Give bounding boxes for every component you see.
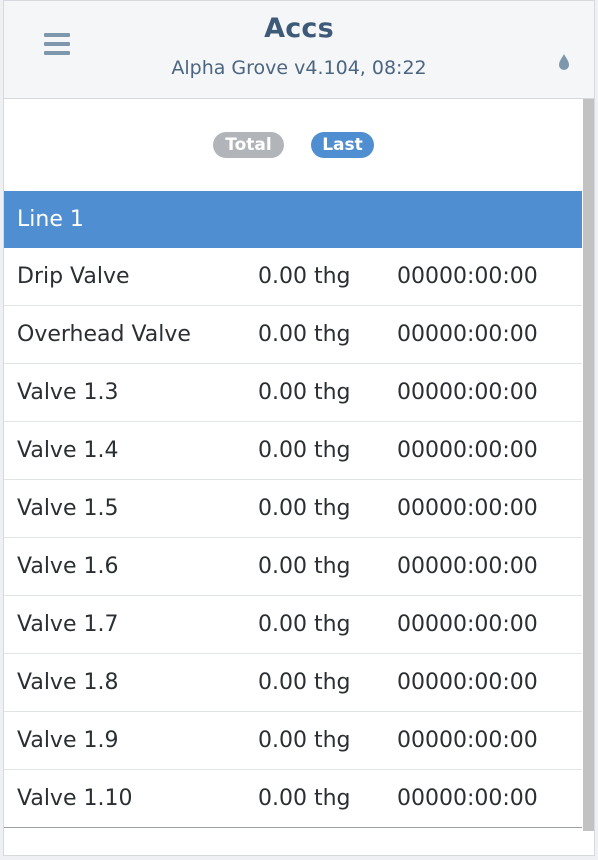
- valve-amount: 0.00 thg: [258, 670, 351, 695]
- valve-name: Overhead Valve: [17, 322, 191, 347]
- valve-time: 00000:00:00: [397, 554, 538, 579]
- valve-amount: 0.00 thg: [258, 728, 351, 753]
- accounts-content: Total Last Line 1 Drip Valve 0.00 thg 00…: [4, 99, 582, 831]
- valve-name: Valve 1.6: [17, 554, 119, 579]
- total-toggle-button[interactable]: Total: [213, 132, 284, 158]
- valve-amount: 0.00 thg: [258, 438, 351, 463]
- vertical-scrollbar[interactable]: [583, 99, 594, 831]
- list-item[interactable]: Valve 1.4 0.00 thg 00000:00:00: [4, 422, 582, 480]
- list-item[interactable]: Valve 1.3 0.00 thg 00000:00:00: [4, 364, 582, 422]
- valve-name: Valve 1.4: [17, 438, 119, 463]
- list-item[interactable]: Overhead Valve 0.00 thg 00000:00:00: [4, 306, 582, 364]
- list-item[interactable]: Drip Valve 0.00 thg 00000:00:00: [4, 248, 582, 306]
- valve-name: Valve 1.7: [17, 612, 119, 637]
- valve-amount: 0.00 thg: [258, 322, 351, 347]
- valve-amount: 0.00 thg: [258, 496, 351, 521]
- valve-time: 00000:00:00: [397, 380, 538, 405]
- valve-name: Valve 1.9: [17, 728, 119, 753]
- valve-time: 00000:00:00: [397, 612, 538, 637]
- valve-amount: 0.00 thg: [258, 380, 351, 405]
- valve-time: 00000:00:00: [397, 322, 538, 347]
- list-item[interactable]: Valve 1.5 0.00 thg 00000:00:00: [4, 480, 582, 538]
- page-title: Accs: [264, 13, 334, 44]
- list-item[interactable]: Valve 1.10 0.00 thg 00000:00:00: [4, 770, 582, 828]
- valve-name: Valve 1.10: [17, 786, 133, 811]
- list-item[interactable]: Valve 1.9 0.00 thg 00000:00:00: [4, 712, 582, 770]
- valve-time: 00000:00:00: [397, 264, 538, 289]
- valve-list: Drip Valve 0.00 thg 00000:00:00 Overhead…: [4, 248, 582, 828]
- water-drop-icon[interactable]: [556, 52, 572, 72]
- valve-name: Valve 1.8: [17, 670, 119, 695]
- last-toggle-button[interactable]: Last: [311, 132, 374, 158]
- valve-time: 00000:00:00: [397, 786, 538, 811]
- valve-time: 00000:00:00: [397, 670, 538, 695]
- valve-time: 00000:00:00: [397, 438, 538, 463]
- valve-time: 00000:00:00: [397, 728, 538, 753]
- list-item[interactable]: Valve 1.6 0.00 thg 00000:00:00: [4, 538, 582, 596]
- valve-name: Valve 1.3: [17, 380, 119, 405]
- valve-amount: 0.00 thg: [258, 554, 351, 579]
- section-header-line[interactable]: Line 1: [4, 191, 582, 248]
- app-window: Accs Alpha Grove v4.104, 08:22 Total Las…: [3, 0, 595, 856]
- valve-name: Drip Valve: [17, 264, 130, 289]
- page-subtitle: Alpha Grove v4.104, 08:22: [171, 57, 427, 79]
- valve-name: Valve 1.5: [17, 496, 119, 521]
- list-item[interactable]: Valve 1.7 0.00 thg 00000:00:00: [4, 596, 582, 654]
- valve-time: 00000:00:00: [397, 496, 538, 521]
- valve-amount: 0.00 thg: [258, 612, 351, 637]
- valve-amount: 0.00 thg: [258, 264, 351, 289]
- valve-amount: 0.00 thg: [258, 786, 351, 811]
- header-bar: Accs Alpha Grove v4.104, 08:22: [4, 1, 594, 99]
- list-item[interactable]: Valve 1.8 0.00 thg 00000:00:00: [4, 654, 582, 712]
